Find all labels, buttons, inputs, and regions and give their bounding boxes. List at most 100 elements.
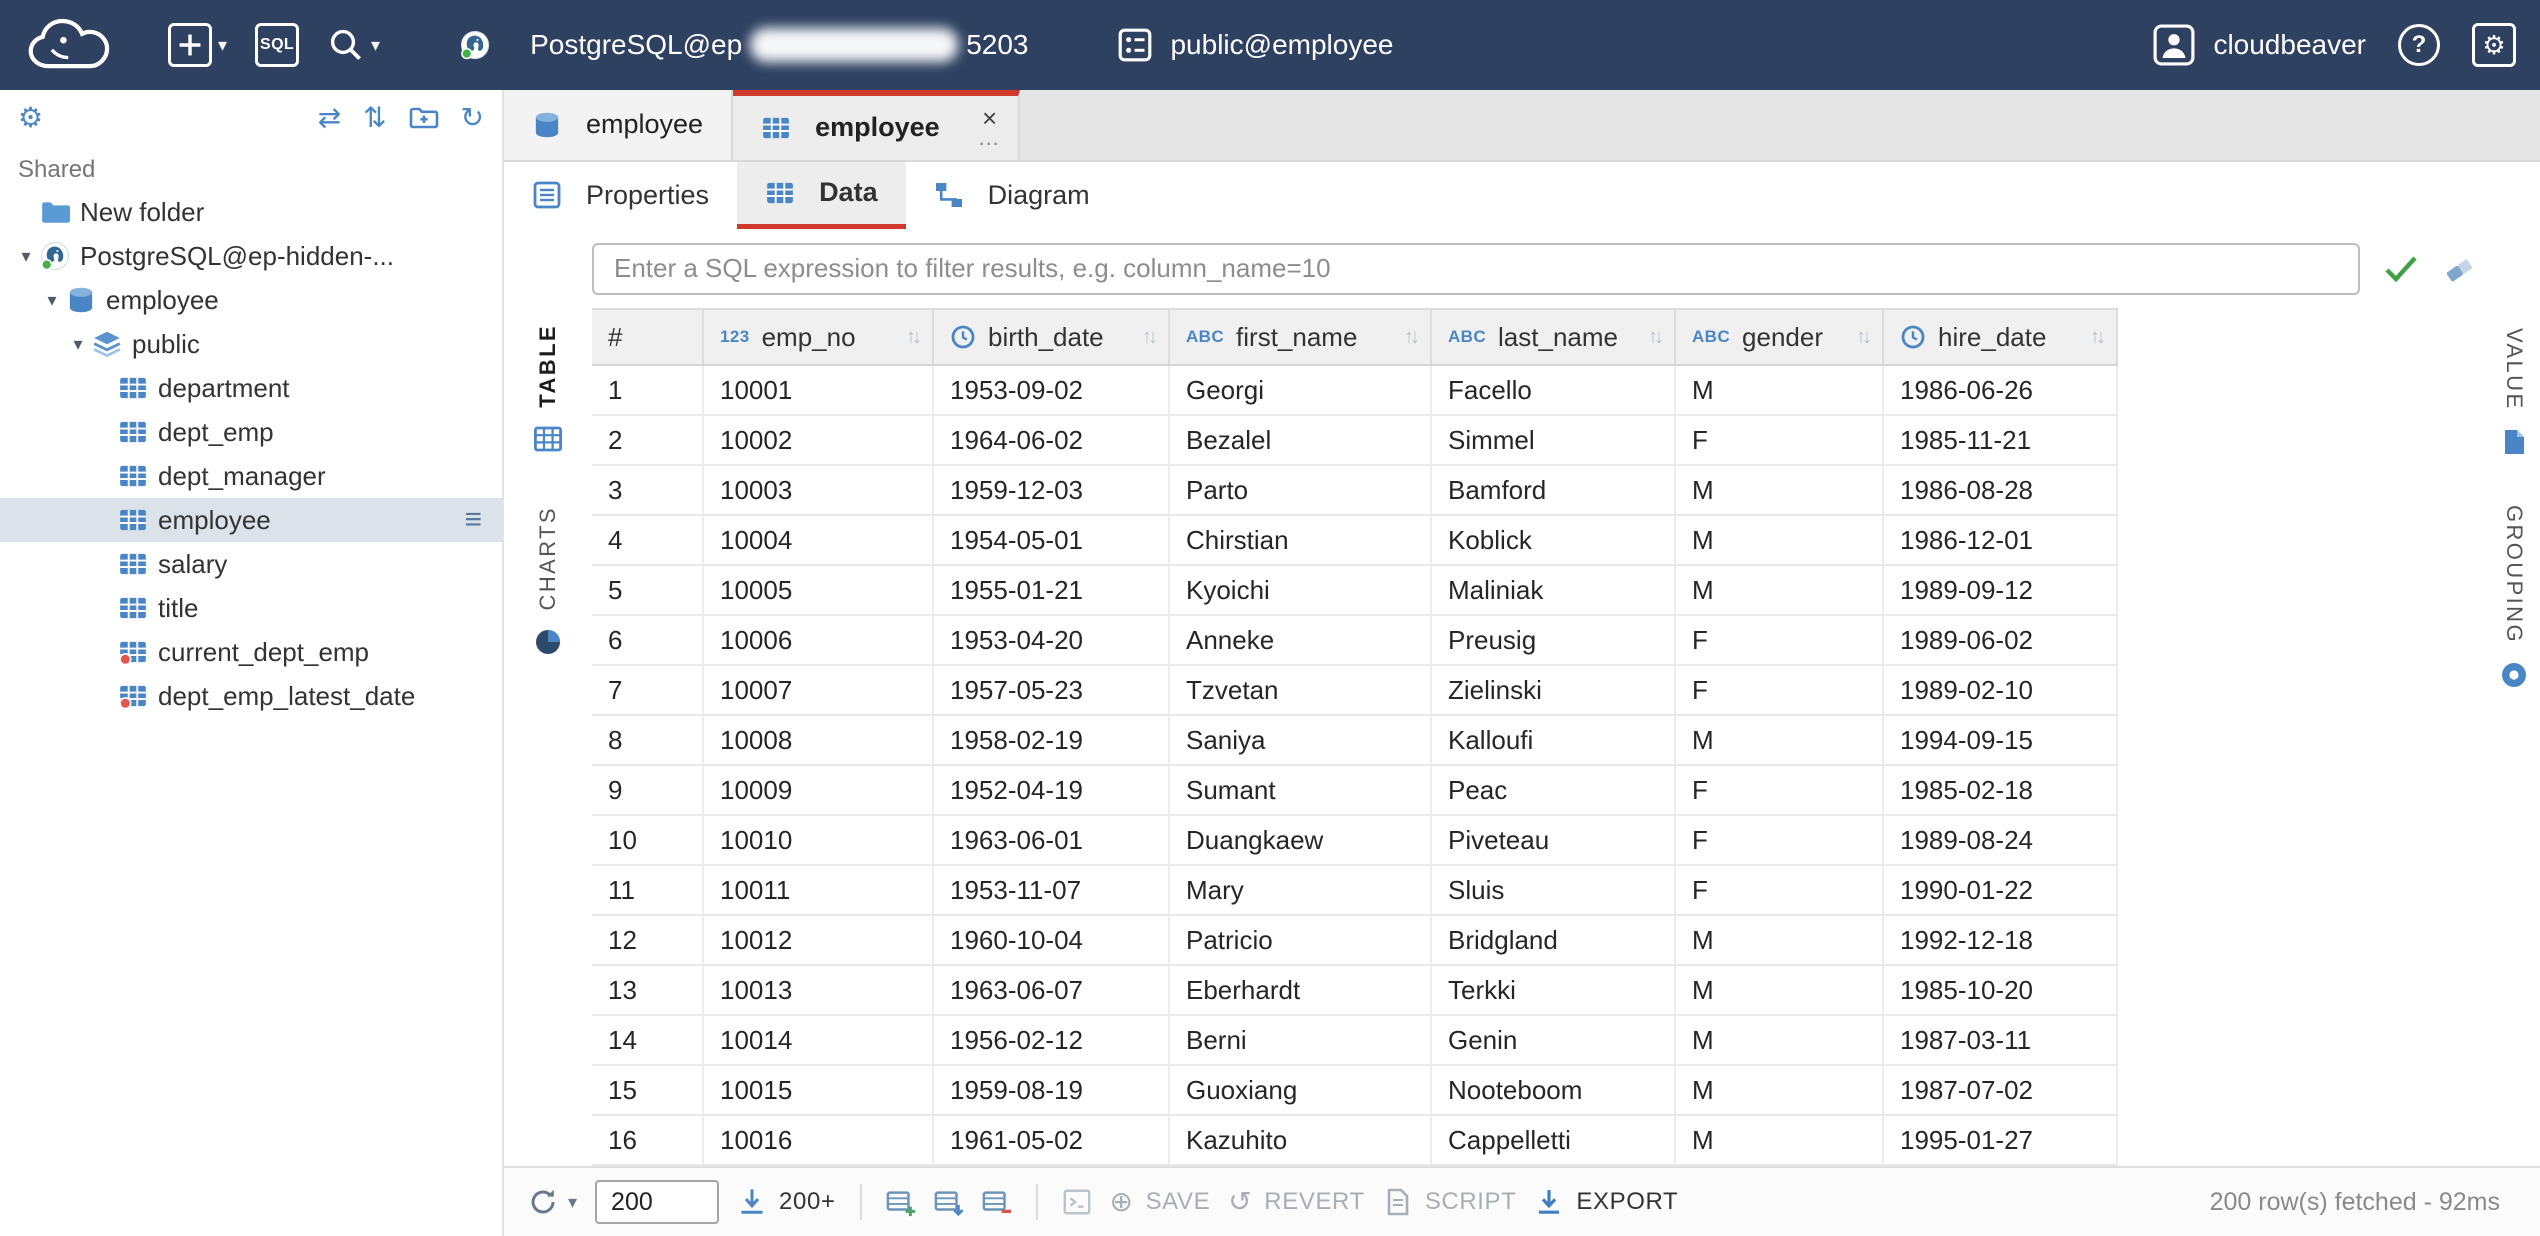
data-cell[interactable]: 1953-04-20 xyxy=(934,616,1170,664)
data-cell[interactable]: 1985-02-18 xyxy=(1884,766,2118,814)
data-cell[interactable]: 1995-01-27 xyxy=(1884,1116,2118,1164)
tree-item-salary[interactable]: salary xyxy=(0,542,502,586)
save-button[interactable]: ⊕ SAVE xyxy=(1110,1188,1211,1216)
data-cell[interactable]: 1989-08-24 xyxy=(1884,816,2118,864)
data-cell[interactable]: 1989-09-12 xyxy=(1884,566,2118,614)
data-cell[interactable]: Cappelletti xyxy=(1432,1116,1676,1164)
data-cell[interactable]: 1987-07-02 xyxy=(1884,1066,2118,1114)
data-cell[interactable]: M xyxy=(1676,1066,1884,1114)
data-cell[interactable]: Preusig xyxy=(1432,616,1676,664)
data-cell[interactable]: M xyxy=(1676,966,1884,1014)
data-cell[interactable]: 10009 xyxy=(704,766,934,814)
data-cell[interactable]: Guoxiang xyxy=(1170,1066,1432,1114)
data-cell[interactable]: Eberhardt xyxy=(1170,966,1432,1014)
data-cell[interactable]: F xyxy=(1676,666,1884,714)
data-cell[interactable]: 1953-11-07 xyxy=(934,866,1170,914)
data-cell[interactable]: 1990-01-22 xyxy=(1884,866,2118,914)
data-cell[interactable]: 1961-05-02 xyxy=(934,1116,1170,1164)
data-cell[interactable]: 10011 xyxy=(704,866,934,914)
data-cell[interactable]: 1957-05-23 xyxy=(934,666,1170,714)
data-cell[interactable]: 10005 xyxy=(704,566,934,614)
column-header-birth_date[interactable]: birth_date↑↓ xyxy=(934,310,1170,364)
data-cell[interactable]: 1989-02-10 xyxy=(1884,666,2118,714)
data-cell[interactable]: Peac xyxy=(1432,766,1676,814)
help-button[interactable]: ? xyxy=(2398,24,2440,66)
data-cell[interactable]: 10014 xyxy=(704,1016,934,1064)
data-cell[interactable]: Patricio xyxy=(1170,916,1432,964)
data-cell[interactable]: Saniya xyxy=(1170,716,1432,764)
column-header-first_name[interactable]: ABCfirst_name↑↓ xyxy=(1170,310,1432,364)
data-cell[interactable]: 10016 xyxy=(704,1116,934,1164)
data-cell[interactable]: 1986-06-26 xyxy=(1884,366,2118,414)
column-header-emp_no[interactable]: 123emp_no↑↓ xyxy=(704,310,934,364)
data-cell[interactable]: 1959-12-03 xyxy=(934,466,1170,514)
data-cell[interactable]: F xyxy=(1676,416,1884,464)
sort-icon[interactable]: ↑↓ xyxy=(1856,326,1872,349)
apply-filter-icon[interactable] xyxy=(2384,255,2418,283)
data-cell[interactable]: M xyxy=(1676,566,1884,614)
data-cell[interactable]: Terkki xyxy=(1432,966,1676,1014)
collapse-all-icon[interactable]: ⇅ xyxy=(363,104,386,132)
sql-editor-button[interactable]: SQL xyxy=(255,23,299,67)
tree-item-employee[interactable]: employee≡ xyxy=(0,498,502,542)
data-cell[interactable]: 10010 xyxy=(704,816,934,864)
data-cell[interactable]: Bezalel xyxy=(1170,416,1432,464)
data-cell[interactable]: Parto xyxy=(1170,466,1432,514)
data-cell[interactable]: 10004 xyxy=(704,516,934,564)
data-cell[interactable]: Zielinski xyxy=(1432,666,1676,714)
revert-button[interactable]: ↺ REVERT xyxy=(1228,1188,1365,1216)
data-cell[interactable]: 1953-09-02 xyxy=(934,366,1170,414)
data-cell[interactable]: Piveteau xyxy=(1432,816,1676,864)
data-cell[interactable]: F xyxy=(1676,816,1884,864)
data-cell[interactable]: F xyxy=(1676,866,1884,914)
new-folder-icon[interactable] xyxy=(409,103,439,133)
connection-selector[interactable]: PostgreSQL@ep 5203 xyxy=(460,23,1028,67)
tree-item-postgresql-ep-hidden[interactable]: ▾PostgreSQL@ep-hidden-... xyxy=(0,234,502,278)
tree-item-dept-manager[interactable]: dept_manager xyxy=(0,454,502,498)
data-cell[interactable]: Sluis xyxy=(1432,866,1676,914)
data-cell[interactable]: Anneke xyxy=(1170,616,1432,664)
data-cell[interactable]: Simmel xyxy=(1432,416,1676,464)
tree-item-current-dept-emp[interactable]: current_dept_emp xyxy=(0,630,502,674)
script-button[interactable]: SCRIPT xyxy=(1383,1187,1517,1217)
data-cell[interactable]: 10012 xyxy=(704,916,934,964)
data-cell[interactable]: 1952-04-19 xyxy=(934,766,1170,814)
data-cell[interactable]: 1959-08-19 xyxy=(934,1066,1170,1114)
data-cell[interactable]: 1954-05-01 xyxy=(934,516,1170,564)
data-cell[interactable]: 1955-01-21 xyxy=(934,566,1170,614)
data-cell[interactable]: 10008 xyxy=(704,716,934,764)
tree-item-employee[interactable]: ▾employee xyxy=(0,278,502,322)
new-object-button[interactable]: ▾ xyxy=(168,23,227,67)
data-cell[interactable]: Nooteboom xyxy=(1432,1066,1676,1114)
swap-panels-icon[interactable]: ⇄ xyxy=(318,104,341,132)
add-row-icon[interactable] xyxy=(886,1187,916,1217)
caret-down-icon[interactable]: ▾ xyxy=(38,290,66,311)
fetch-more-button[interactable]: 200+ xyxy=(737,1187,835,1217)
tree-item-title[interactable]: title xyxy=(0,586,502,630)
data-cell[interactable]: Kazuhito xyxy=(1170,1116,1432,1164)
panel-tab-value[interactable]: VALUE xyxy=(2499,328,2529,457)
tree-item-new-folder[interactable]: New folder xyxy=(0,190,502,234)
sort-icon[interactable]: ↑↓ xyxy=(1648,326,1664,349)
tree-item-department[interactable]: department xyxy=(0,366,502,410)
filter-input[interactable] xyxy=(592,243,2360,295)
refresh-tree-icon[interactable]: ↻ xyxy=(461,104,484,132)
data-cell[interactable]: 1985-10-20 xyxy=(1884,966,2118,1014)
navigator-settings-icon[interactable]: ⚙ xyxy=(18,104,43,132)
data-cell[interactable]: 1964-06-02 xyxy=(934,416,1170,464)
data-cell[interactable]: 10001 xyxy=(704,366,934,414)
tab-diagram[interactable]: Diagram xyxy=(906,162,1118,230)
data-cell[interactable]: Georgi xyxy=(1170,366,1432,414)
data-cell[interactable]: 10015 xyxy=(704,1066,934,1114)
export-button[interactable]: EXPORT xyxy=(1534,1187,1678,1217)
data-cell[interactable]: Berni xyxy=(1170,1016,1432,1064)
data-cell[interactable]: 10007 xyxy=(704,666,934,714)
sort-icon[interactable]: ↑↓ xyxy=(906,326,922,349)
tab-properties[interactable]: Properties xyxy=(504,162,737,230)
data-cell[interactable]: Tzvetan xyxy=(1170,666,1432,714)
data-cell[interactable]: 1994-09-15 xyxy=(1884,716,2118,764)
data-cell[interactable]: 10006 xyxy=(704,616,934,664)
data-cell[interactable]: Koblick xyxy=(1432,516,1676,564)
data-cell[interactable]: M xyxy=(1676,466,1884,514)
tree-item-dept-emp-latest-date[interactable]: dept_emp_latest_date xyxy=(0,674,502,718)
